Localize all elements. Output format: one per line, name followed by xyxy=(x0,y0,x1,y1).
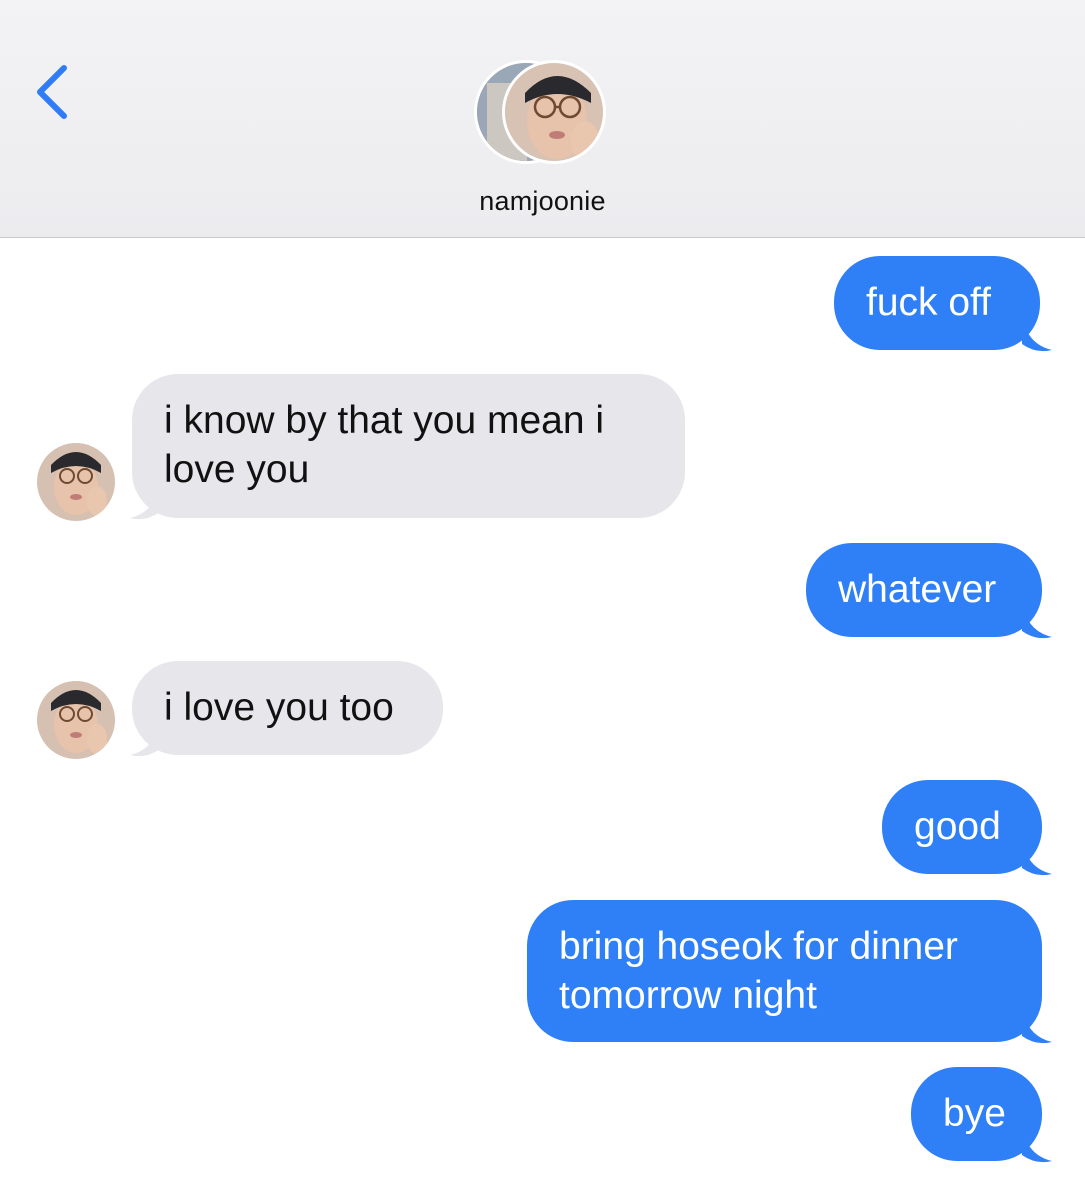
message-text: good xyxy=(914,805,1001,848)
contact-avatar xyxy=(502,60,606,164)
bubble-tail xyxy=(1022,1006,1052,1044)
incoming-message[interactable]: i love you too xyxy=(132,661,443,755)
contact-avatar-group[interactable] xyxy=(474,60,614,170)
bubble-tail xyxy=(1022,1125,1052,1163)
message-text: i love you too xyxy=(164,686,394,729)
message-text: whatever xyxy=(838,568,997,611)
sender-avatar[interactable] xyxy=(37,443,115,521)
outgoing-message[interactable]: bring hoseok for dinner tomorrow night xyxy=(527,900,1042,1042)
sender-avatar[interactable] xyxy=(37,681,115,759)
outgoing-message[interactable]: whatever xyxy=(806,543,1042,637)
bubble-tail xyxy=(1022,601,1052,639)
conversation-header: namjoonie xyxy=(0,0,1085,238)
bubble-tail xyxy=(130,482,160,520)
message-text: i know by that you mean i love you xyxy=(164,399,605,491)
outgoing-message[interactable]: good xyxy=(882,780,1042,874)
incoming-message[interactable]: i know by that you mean i love you xyxy=(132,374,685,518)
contact-name[interactable]: namjoonie xyxy=(0,186,1085,217)
bubble-tail xyxy=(1022,314,1052,352)
bubble-tail xyxy=(1022,838,1052,876)
outgoing-message[interactable]: fuck off xyxy=(834,256,1040,350)
message-text: fuck off xyxy=(866,281,992,324)
back-button[interactable] xyxy=(28,62,78,124)
message-text: bye xyxy=(943,1092,1006,1135)
message-thread[interactable]: fuck off i know by that you mean i love … xyxy=(0,238,1085,1200)
bubble-tail xyxy=(130,719,160,757)
message-text: bring hoseok for dinner tomorrow night xyxy=(559,925,958,1017)
chevron-left-icon xyxy=(37,65,67,119)
